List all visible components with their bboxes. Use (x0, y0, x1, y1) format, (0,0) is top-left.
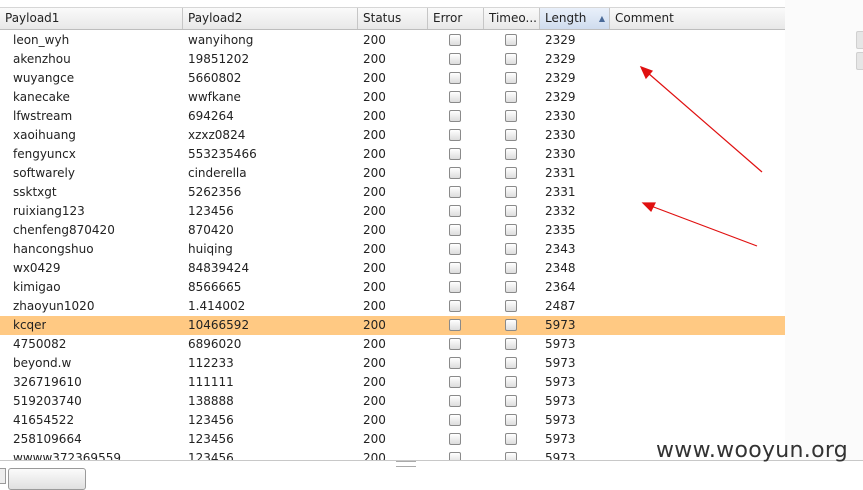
bottom-button[interactable] (8, 468, 86, 490)
left-control-fragment[interactable] (0, 468, 6, 484)
annotation-arrow-2 (650, 205, 758, 247)
annotation-arrow-1 (647, 72, 763, 173)
annotation-arrowhead-1 (639, 65, 654, 80)
annotation-arrows (639, 65, 763, 247)
splitter-handle[interactable] (396, 461, 416, 467)
annotation-arrowhead-2 (641, 202, 656, 213)
watermark: www.wooyun.org (656, 438, 849, 463)
